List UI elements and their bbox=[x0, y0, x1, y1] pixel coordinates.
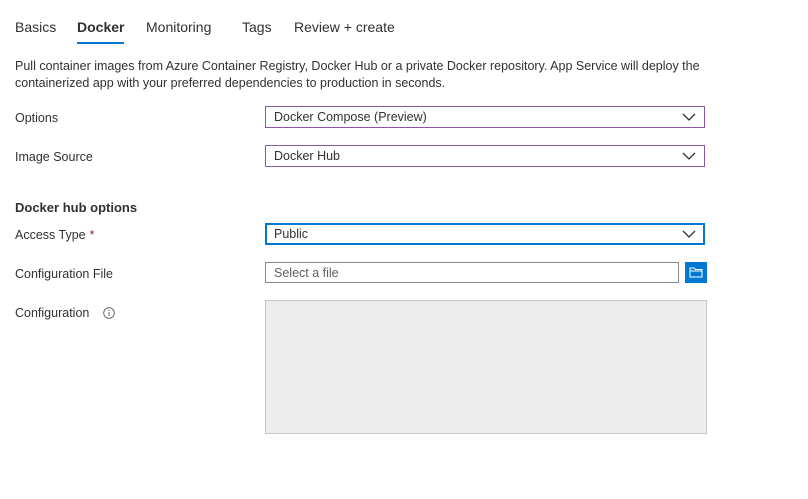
options-label: Options bbox=[15, 111, 59, 125]
tab-monitoring[interactable]: Monitoring bbox=[146, 18, 211, 36]
access-type-dropdown[interactable]: Public bbox=[265, 223, 705, 245]
image-source-dropdown[interactable]: Docker Hub bbox=[265, 145, 705, 167]
configuration-textarea[interactable] bbox=[265, 300, 707, 434]
browse-file-button[interactable] bbox=[685, 262, 707, 283]
required-marker: * bbox=[89, 228, 95, 242]
tab-docker[interactable]: Docker bbox=[77, 18, 125, 44]
configuration-label: Configuration bbox=[15, 306, 90, 320]
chevron-down-icon bbox=[682, 113, 696, 121]
access-type-value: Public bbox=[274, 227, 309, 241]
image-source-value: Docker Hub bbox=[274, 149, 340, 163]
configuration-file-input[interactable]: Select a file bbox=[265, 262, 679, 283]
tab-docker-label: Docker bbox=[77, 19, 125, 35]
info-icon[interactable] bbox=[103, 307, 115, 319]
tab-review-create[interactable]: Review + create bbox=[294, 18, 395, 36]
configuration-file-placeholder: Select a file bbox=[274, 266, 339, 280]
chevron-down-icon bbox=[682, 152, 696, 160]
tab-tags[interactable]: Tags bbox=[242, 18, 272, 36]
options-value: Docker Compose (Preview) bbox=[274, 110, 427, 124]
image-source-label: Image Source bbox=[15, 150, 93, 164]
access-type-label-text: Access Type bbox=[15, 228, 86, 242]
tab-basics[interactable]: Basics bbox=[15, 18, 56, 36]
chevron-down-icon bbox=[682, 230, 696, 238]
options-dropdown[interactable]: Docker Compose (Preview) bbox=[265, 106, 705, 128]
access-type-label: Access Type * bbox=[15, 227, 95, 243]
folder-icon bbox=[689, 267, 703, 278]
configuration-file-label: Configuration File bbox=[15, 267, 113, 281]
section-heading-docker-hub-options: Docker hub options bbox=[15, 200, 138, 215]
active-tab-indicator bbox=[77, 42, 125, 44]
page-description: Pull container images from Azure Contain… bbox=[15, 59, 700, 90]
